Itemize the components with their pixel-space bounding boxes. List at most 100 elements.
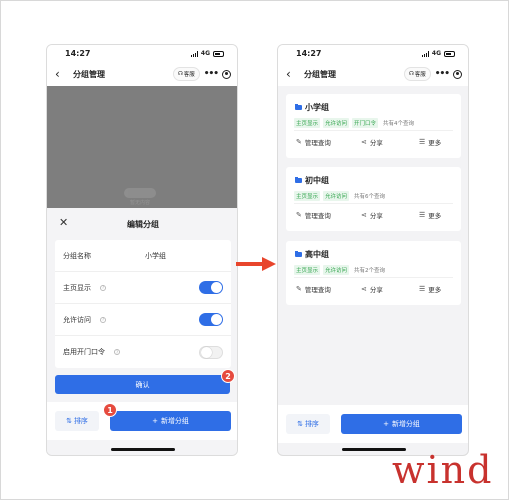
door-code-label: 启用开门口令 <box>63 348 105 356</box>
back-icon[interactable]: ‹ <box>55 67 69 81</box>
group-name: 初中组 <box>305 176 329 185</box>
page-title: 分组管理 <box>73 69 105 79</box>
add-group-button[interactable]: + 新增分组 <box>341 414 462 434</box>
more-label: 更多 <box>428 212 442 220</box>
share-button[interactable]: ⋖ 分享 <box>361 210 383 220</box>
menu-icon: ☰ <box>419 138 426 146</box>
nav-bar: ‹ 分组管理 ☊ 客服 ••• <box>278 62 468 86</box>
group-tags: 主页显示 允许访问 共有6个查询 <box>294 191 385 201</box>
manage-query-button[interactable]: ✎ 管理查询 <box>296 137 331 147</box>
status-icons: 4G <box>421 50 455 57</box>
home-display-toggle[interactable] <box>199 281 223 294</box>
customer-service-button[interactable]: ☊ 客服 <box>172 67 200 81</box>
empty-hint-text: 暂无内容 <box>129 200 150 206</box>
divider <box>294 203 453 204</box>
network-label: 4G <box>431 50 441 57</box>
manage-query-button[interactable]: ✎ 管理查询 <box>296 210 331 220</box>
share-button[interactable]: ⋖ 分享 <box>361 137 383 147</box>
more-button[interactable]: ☰ 更多 <box>419 284 441 294</box>
add-group-button[interactable]: + 新增分组 <box>110 411 231 431</box>
manage-query-label: 管理查询 <box>304 286 331 294</box>
tag-home-display: 主页显示 <box>294 118 321 128</box>
nav-actions: ☊ 客服 ••• <box>172 67 231 81</box>
nav-actions: ☊ 客服 ••• <box>403 67 462 81</box>
tag-door-code: 开门口令 <box>352 118 379 128</box>
watermark: wind <box>392 448 494 492</box>
allow-access-toggle[interactable] <box>199 313 223 326</box>
door-code-toggle[interactable] <box>199 345 223 359</box>
edit-icon: ✎ <box>296 285 302 293</box>
sort-label: 排序 <box>73 417 88 425</box>
customer-service-label: 客服 <box>414 72 426 78</box>
manage-query-button[interactable]: ✎ 管理查询 <box>296 284 331 294</box>
nav-bar: ‹ 分组管理 ☊ 客服 ••• <box>47 62 237 86</box>
allow-access-label: 允许访问 <box>63 315 91 324</box>
help-icon[interactable]: ? <box>114 349 120 355</box>
edit-icon: ✎ <box>296 138 302 146</box>
signal-icon <box>190 50 198 57</box>
bottom-bar: ⇅ 排序 + 新增分组 <box>47 402 237 440</box>
empty-illustration <box>124 188 156 198</box>
confirm-button[interactable]: 确认 <box>55 375 230 394</box>
group-name: 小学组 <box>305 103 329 112</box>
share-button[interactable]: ⋖ 分享 <box>361 284 383 294</box>
query-count: 共有6个查询 <box>354 194 386 200</box>
more-label: 更多 <box>428 139 442 147</box>
status-time: 14:27 <box>296 49 322 58</box>
more-button[interactable]: ☰ 更多 <box>419 137 441 147</box>
share-icon: ⋖ <box>361 211 367 219</box>
group-tags: 主页显示 允许访问 开门口令 共有4个查询 <box>294 118 414 128</box>
target-icon[interactable] <box>453 69 462 79</box>
group-card[interactable]: 初中组 主页显示 允许访问 共有6个查询 ✎ 管理查询 ⋖ 分享 ☰ 更多 <box>286 167 461 231</box>
group-name-input[interactable]: 小学组 <box>145 251 166 261</box>
folder-icon <box>295 177 302 183</box>
card-actions: ✎ 管理查询 ⋖ 分享 ☰ 更多 <box>286 137 461 149</box>
group-name: 高中组 <box>305 250 329 259</box>
battery-icon <box>444 50 455 57</box>
query-count: 共有4个查询 <box>383 121 415 127</box>
group-card-title: 高中组 <box>295 249 329 260</box>
target-icon[interactable] <box>222 69 231 79</box>
manage-query-label: 管理查询 <box>304 212 331 220</box>
add-group-label: 新增分组 <box>391 420 420 428</box>
back-icon[interactable]: ‹ <box>286 67 300 81</box>
phone-right: 14:27 4G ‹ 分组管理 ☊ 客服 ••• 小学组 主页显示 允许访问 开门… <box>277 44 469 456</box>
customer-service-button[interactable]: ☊ 客服 <box>403 67 431 81</box>
battery-icon <box>213 50 224 57</box>
bottom-bar: ⇅ 排序 + 新增分组 <box>278 405 468 443</box>
divider <box>294 130 453 131</box>
more-menu-icon[interactable]: ••• <box>435 69 450 79</box>
manage-query-label: 管理查询 <box>304 139 331 147</box>
arrow-right-icon <box>236 257 276 271</box>
step-badge-1: 1 <box>103 403 117 417</box>
menu-icon: ☰ <box>419 285 426 293</box>
help-icon[interactable]: ? <box>100 316 106 323</box>
group-name-label: 分组名称 <box>63 251 91 260</box>
page-title: 分组管理 <box>304 69 336 79</box>
share-label: 分享 <box>369 286 383 294</box>
modal-overlay[interactable]: 暂无内容 <box>47 86 237 208</box>
sort-icon: ⇅ <box>66 417 72 425</box>
help-icon[interactable]: ? <box>100 284 106 291</box>
group-card[interactable]: 小学组 主页显示 允许访问 开门口令 共有4个查询 ✎ 管理查询 ⋖ 分享 ☰ 更多 <box>286 94 461 158</box>
share-label: 分享 <box>369 139 383 147</box>
share-icon: ⋖ <box>361 285 367 293</box>
status-bar: 14:27 4G <box>47 45 237 62</box>
share-label: 分享 <box>369 212 383 220</box>
allow-access-row: 允许访问 ? <box>55 304 231 336</box>
more-menu-icon[interactable]: ••• <box>204 69 219 79</box>
divider <box>294 277 453 278</box>
folder-icon <box>295 104 302 110</box>
close-icon[interactable]: ✕ <box>59 216 68 229</box>
more-button[interactable]: ☰ 更多 <box>419 210 441 220</box>
status-icons: 4G <box>190 50 224 57</box>
tag-home-display: 主页显示 <box>294 265 321 275</box>
group-card[interactable]: 高中组 主页显示 允许访问 共有2个查询 ✎ 管理查询 ⋖ 分享 ☰ 更多 <box>286 241 461 305</box>
sort-button[interactable]: ⇅ 排序 <box>286 414 330 434</box>
door-code-row: 启用开门口令 ? <box>55 336 231 368</box>
tag-allow-access: 允许访问 <box>323 265 350 275</box>
card-actions: ✎ 管理查询 ⋖ 分享 ☰ 更多 <box>286 284 461 296</box>
sort-button[interactable]: ⇅ 排序 <box>55 411 99 431</box>
plus-icon: + <box>383 420 389 428</box>
home-display-label: 主页显示 <box>63 283 91 292</box>
